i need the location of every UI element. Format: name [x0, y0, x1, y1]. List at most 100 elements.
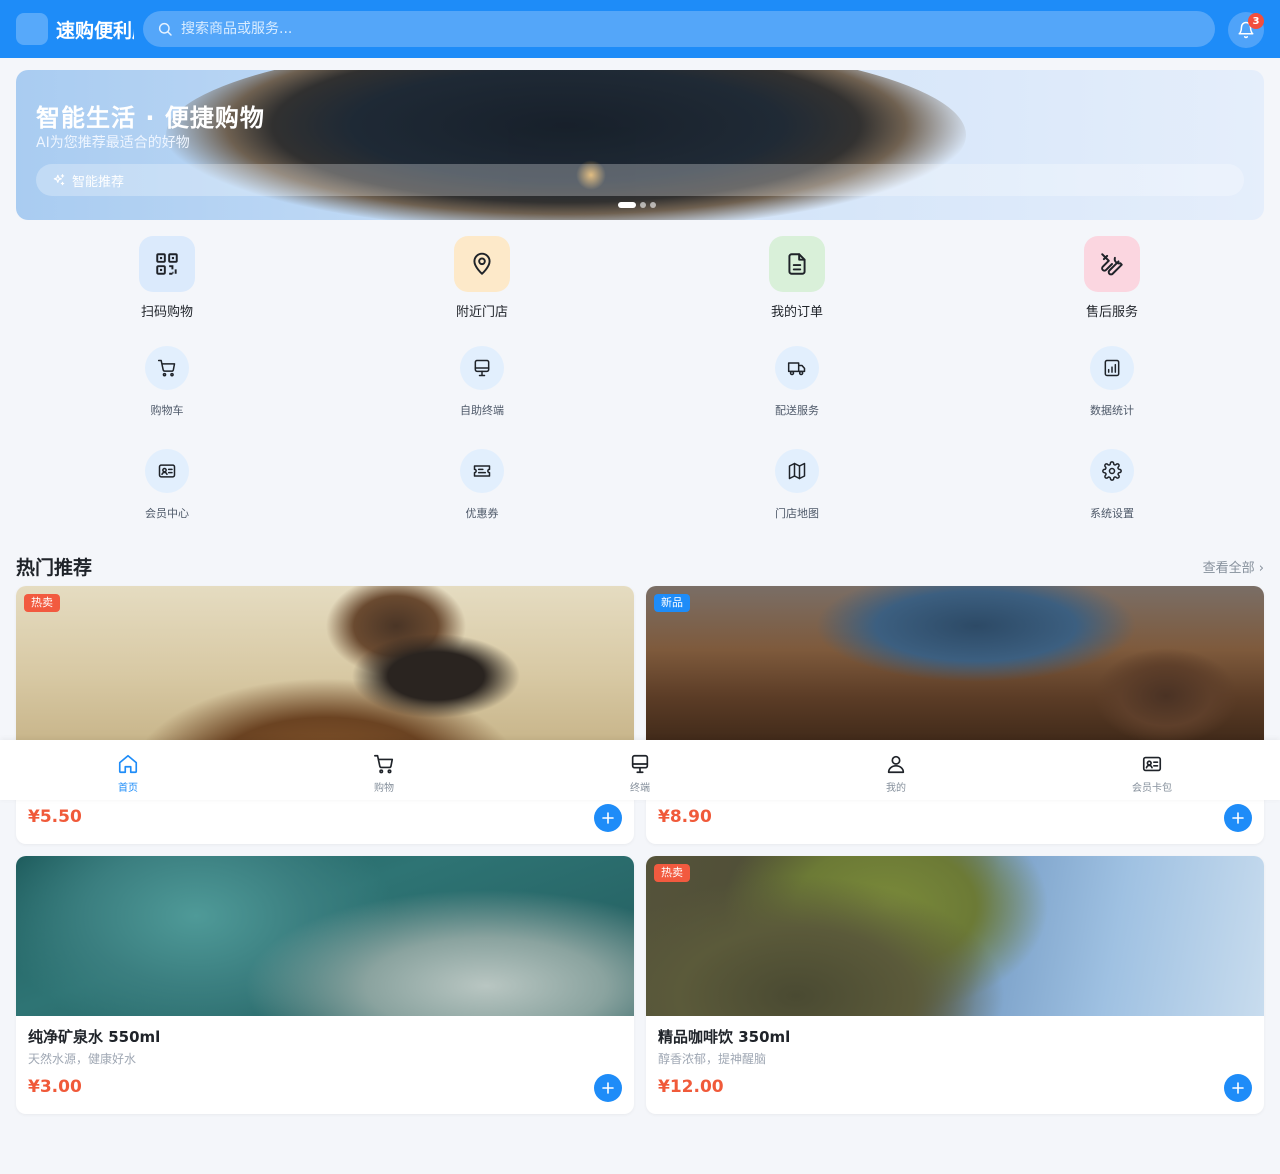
nav-member-card[interactable]: 会员卡包: [1024, 740, 1280, 800]
feature-label: 系统设置: [1090, 507, 1134, 520]
add-to-cart-button[interactable]: [1224, 1074, 1252, 1102]
qrcode-icon: [139, 236, 195, 292]
feature-member-center[interactable]: 会员中心: [107, 449, 227, 521]
feature-label: 数据统计: [1090, 404, 1134, 417]
add-to-cart-button[interactable]: [594, 1074, 622, 1102]
product-name: 精品咖啡饮 350ml: [658, 1028, 791, 1046]
product-desc: 天然水源，健康好水: [28, 1052, 137, 1066]
top-header: 速购便利店: [0, 0, 1280, 58]
nav-shopping[interactable]: 购物: [256, 740, 512, 800]
carousel-dot[interactable]: [640, 202, 646, 208]
plus-icon: [1232, 1082, 1244, 1094]
feature-cart[interactable]: 购物车: [107, 346, 227, 418]
chart-icon: [1090, 346, 1134, 390]
feature-coupons[interactable]: 优惠券: [422, 449, 542, 521]
feature-nearby-store[interactable]: 附近门店: [422, 236, 542, 320]
map-icon: [775, 449, 819, 493]
feature-my-orders[interactable]: 我的订单: [737, 236, 857, 320]
product-price: ¥5.50: [28, 807, 82, 827]
product-tag: 新品: [654, 594, 690, 612]
product-tag: 热卖: [24, 594, 60, 612]
id-card-icon: [145, 449, 189, 493]
search-bar[interactable]: [143, 11, 1215, 47]
add-to-cart-button[interactable]: [594, 804, 622, 832]
nav-profile[interactable]: 我的: [768, 740, 1024, 800]
feature-label: 购物车: [150, 404, 184, 417]
feature-after-sales[interactable]: 售后服务: [1052, 236, 1172, 320]
feature-statistics[interactable]: 数据统计: [1052, 346, 1172, 418]
feature-label: 自助终端: [460, 404, 504, 417]
map-pin-icon: [454, 236, 510, 292]
nav-label: 我的: [886, 783, 906, 794]
carousel-dot[interactable]: [618, 202, 636, 208]
search-icon: [158, 22, 172, 36]
product-card[interactable]: 热卖 精品咖啡饮 350ml 醇香浓郁，提神醒脑 ¥12.00: [646, 856, 1264, 1114]
product-image: [646, 856, 1264, 1016]
search-input[interactable]: [181, 21, 1181, 37]
feature-label: 附近门店: [455, 305, 508, 320]
app-logo: [16, 13, 48, 45]
cart-icon: [145, 346, 189, 390]
home-icon: [118, 754, 138, 774]
product-image: [16, 586, 634, 746]
user-icon: [887, 755, 905, 774]
feature-settings[interactable]: 系统设置: [1052, 449, 1172, 521]
feature-label: 会员中心: [145, 507, 189, 520]
product-name: 纯净矿泉水 550ml: [28, 1028, 161, 1046]
product-price: ¥12.00: [658, 1077, 724, 1097]
product-card[interactable]: 新品 ¥8.90: [646, 586, 1264, 844]
product-image: [646, 586, 1264, 746]
feature-delivery[interactable]: 配送服务: [737, 346, 857, 418]
view-all-link[interactable]: 查看全部 ›: [1203, 557, 1264, 576]
carousel-dots: [618, 202, 656, 208]
document-icon: [769, 236, 825, 292]
feature-self-terminal[interactable]: 自助终端: [422, 346, 542, 418]
feature-label: 扫码购物: [140, 305, 193, 320]
product-price: ¥8.90: [658, 807, 712, 827]
feature-scan-shopping[interactable]: 扫码购物: [107, 236, 227, 320]
ai-recommend-button[interactable]: 智能推荐: [36, 164, 1244, 196]
truck-icon: [775, 346, 819, 390]
notification-badge: 3: [1248, 13, 1264, 29]
product-card[interactable]: 热卖 ¥5.50: [16, 586, 634, 844]
feature-label: 优惠券: [465, 507, 499, 520]
feature-store-map[interactable]: 门店地图: [737, 449, 857, 521]
nav-terminal[interactable]: 终端: [512, 740, 768, 800]
banner-coffee-photo: [166, 70, 966, 220]
cart-icon: [374, 754, 394, 774]
nav-label: 首页: [118, 783, 138, 794]
product-price: ¥3.00: [28, 1077, 82, 1097]
product-image: [16, 856, 634, 1016]
plus-icon: [602, 812, 614, 824]
promo-banner[interactable]: 智能生活 · 便捷购物 AI为您推荐最适合的好物 智能推荐: [16, 70, 1264, 220]
product-desc: 醇香浓郁，提神醒脑: [658, 1052, 767, 1066]
banner-subtitle: AI为您推荐最适合的好物: [36, 135, 190, 151]
app-title: 速购便利店: [56, 19, 134, 42]
product-tag: 热卖: [654, 864, 690, 882]
notification-button[interactable]: 3: [1228, 12, 1264, 48]
bottom-nav: 首页 购物 终端 我的 会员卡包: [0, 740, 1280, 800]
ticket-icon: [460, 449, 504, 493]
feature-label: 售后服务: [1085, 305, 1138, 320]
feature-label: 我的订单: [770, 305, 823, 320]
tools-icon: [1084, 236, 1140, 292]
plus-icon: [1232, 812, 1244, 824]
plus-icon: [602, 1082, 614, 1094]
nav-label: 终端: [630, 783, 650, 794]
feature-label: 门店地图: [775, 507, 819, 520]
monitor-icon: [460, 346, 504, 390]
monitor-icon: [631, 754, 649, 774]
banner-title: 智能生活 · 便捷购物: [36, 104, 265, 132]
carousel-dot[interactable]: [650, 202, 656, 208]
product-card[interactable]: 纯净矿泉水 550ml 天然水源，健康好水 ¥3.00: [16, 856, 634, 1114]
nav-label: 购物: [374, 783, 394, 794]
feature-label: 配送服务: [775, 404, 819, 417]
sparkle-icon: [53, 174, 65, 186]
ai-recommend-label: 智能推荐: [72, 174, 125, 190]
id-card-icon: [1142, 756, 1162, 772]
nav-label: 会员卡包: [1132, 783, 1172, 794]
gear-icon: [1090, 449, 1134, 493]
nav-home[interactable]: 首页: [0, 740, 256, 800]
section-title: 热门推荐: [16, 557, 93, 579]
add-to-cart-button[interactable]: [1224, 804, 1252, 832]
